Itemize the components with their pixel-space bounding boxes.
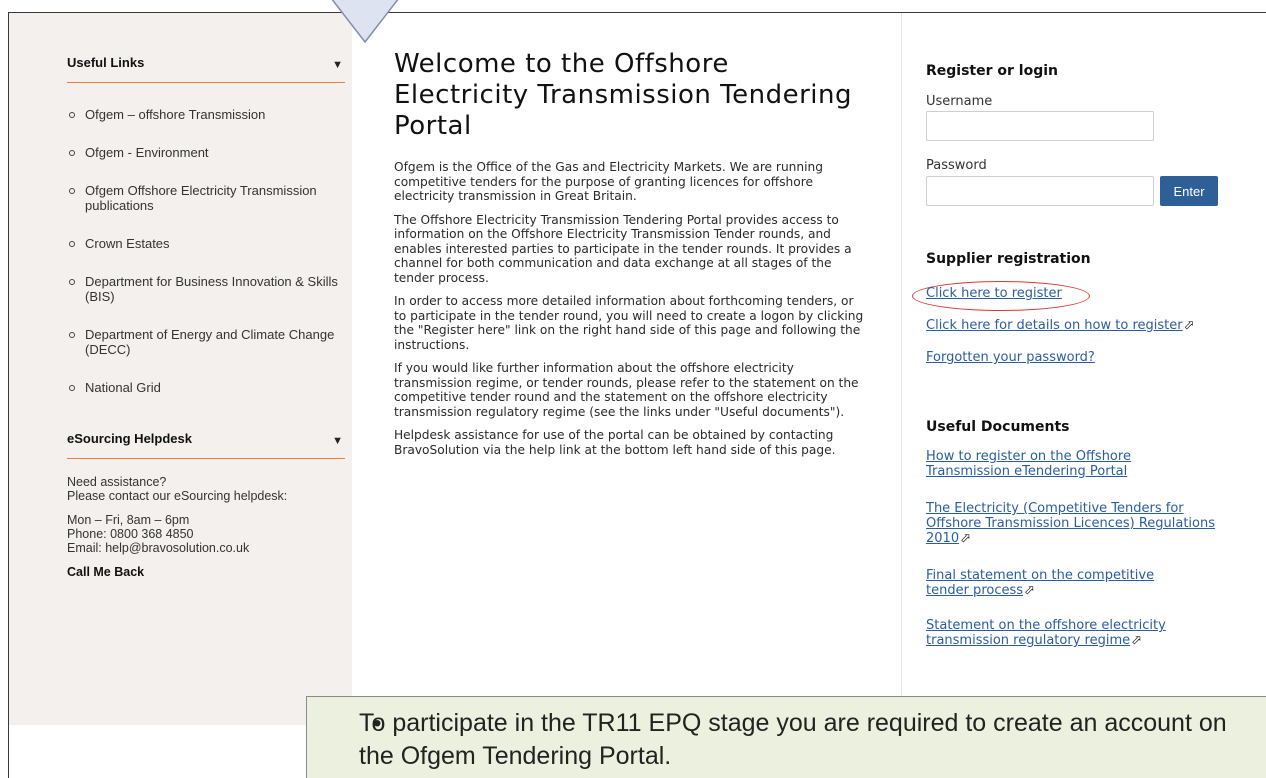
bullet-icon <box>69 188 75 194</box>
sidebar-link-ofgem-publications[interactable]: Ofgem Offshore Electricity Transmission … <box>67 183 352 213</box>
supplier-registration-heading: Supplier registration <box>926 251 1091 267</box>
bullet-dot-icon: • <box>373 710 382 737</box>
caret-down-icon[interactable]: ▼ <box>332 59 343 71</box>
username-label: Username <box>926 94 993 109</box>
helpdesk-title: eSourcing Helpdesk <box>67 431 192 446</box>
intro-paragraph-4: If you would like further information ab… <box>394 361 859 419</box>
callout-text: • To participate in the TR11 EPQ stage y… <box>359 709 1227 770</box>
register-link[interactable]: Click here to register <box>926 286 1226 301</box>
doc-link-final-statement[interactable]: Final statement on the competitive tende… <box>926 568 1186 598</box>
bullet-icon <box>69 241 75 247</box>
sidebar-link-bis[interactable]: Department for Business Innovation & Ski… <box>67 274 352 304</box>
forgot-password-link[interactable]: Forgotten your password? <box>926 350 1226 365</box>
external-link-icon: ⬀ <box>960 531 971 546</box>
doc-link-how-to-register[interactable]: How to register on the Offshore Transmis… <box>926 449 1176 479</box>
helpdesk-heading[interactable]: eSourcing Helpdesk ▼ <box>67 431 345 459</box>
enter-button[interactable]: Enter <box>1160 176 1218 206</box>
login-heading: Register or login <box>926 63 1058 79</box>
helpdesk-email: Email: help@bravosolution.co.uk <box>67 541 250 555</box>
doc-link-regulations[interactable]: The Electricity (Competitive Tenders for… <box>926 501 1226 546</box>
main-content: Welcome to the Offshore Electricity Tran… <box>394 49 864 466</box>
intro-paragraph-5: Helpdesk assistance for use of the porta… <box>394 428 836 457</box>
external-link-icon: ⬀ <box>1131 633 1143 648</box>
password-label: Password <box>926 158 987 173</box>
helpdesk-assist: Need assistance? Please contact our eSou… <box>67 475 288 503</box>
intro-paragraph-2: The Offshore Electricity Transmission Te… <box>394 212 852 285</box>
password-input[interactable] <box>926 176 1154 206</box>
bullet-icon <box>69 385 75 391</box>
bullet-icon <box>69 150 75 156</box>
helpdesk-contact-details: Mon – Fri, 8am – 6pm Phone: 0800 368 485… <box>67 513 352 555</box>
sidebar-link-national-grid[interactable]: National Grid <box>67 380 352 395</box>
helpdesk-phone: Phone: 0800 368 4850 <box>67 527 194 541</box>
external-link-icon: ⬀ <box>1024 583 1035 598</box>
helpdesk-hours: Mon – Fri, 8am – 6pm <box>67 513 190 527</box>
callout-pointer-icon <box>331 0 399 44</box>
sidebar-link-crown-estates[interactable]: Crown Estates <box>67 236 352 251</box>
register-details-link[interactable]: Click here for details on how to registe… <box>926 318 1226 333</box>
intro-paragraph-3: In order to access more detailed informa… <box>394 294 864 352</box>
useful-links-heading[interactable]: Useful Links ▼ <box>67 55 345 83</box>
sidebar-link-ofgem-offshore[interactable]: Ofgem – offshore Transmission <box>67 107 352 122</box>
useful-links-list: Ofgem – offshore Transmission Ofgem - En… <box>67 107 352 418</box>
bullet-icon <box>69 332 75 338</box>
sidebar-link-decc[interactable]: Department of Energy and Climate Change … <box>67 327 352 357</box>
callout-box: • To participate in the TR11 EPQ stage y… <box>306 696 1266 778</box>
login-panel: Register or login Username Password Ente… <box>901 13 1266 703</box>
caret-down-icon[interactable]: ▼ <box>332 435 343 447</box>
sidebar-link-ofgem-environment[interactable]: Ofgem - Environment <box>67 145 352 160</box>
helpdesk-info: Need assistance? Please contact our eSou… <box>67 475 352 589</box>
external-link-icon: ⬀ <box>1183 318 1195 333</box>
sidebar: Useful Links ▼ Ofgem – offshore Transmis… <box>9 13 352 725</box>
useful-links-title: Useful Links <box>67 55 145 70</box>
doc-link-regulatory-regime[interactable]: Statement on the offshore electricity tr… <box>926 618 1196 648</box>
bullet-icon <box>69 112 75 118</box>
intro-paragraph-1: Ofgem is the Office of the Gas and Elect… <box>394 160 823 203</box>
call-me-back-link[interactable]: Call Me Back <box>67 565 352 579</box>
username-input[interactable] <box>926 111 1154 141</box>
bullet-icon <box>69 279 75 285</box>
page-title: Welcome to the Offshore Electricity Tran… <box>394 49 852 141</box>
useful-documents-heading: Useful Documents <box>926 419 1070 435</box>
portal-screenshot: Useful Links ▼ Ofgem – offshore Transmis… <box>8 12 1266 778</box>
